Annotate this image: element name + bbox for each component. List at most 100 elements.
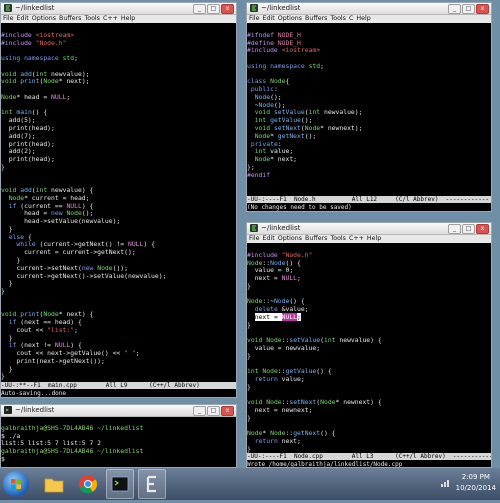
menu-buffers[interactable]: Buffers [305, 15, 327, 22]
code-line: head->setValue(newvalue); [1, 217, 121, 226]
mode-line: -UU-:----F1 Node.h All L12 (C/l Abbrev) … [247, 196, 491, 203]
code-line: Node* next; [254, 155, 298, 164]
code-line: print(next->getNext()); [1, 356, 105, 365]
menu-file[interactable]: File [249, 235, 260, 242]
title-bar[interactable]: ~/linkedlist _ □ x [247, 3, 491, 15]
menu-options[interactable]: Options [278, 15, 302, 22]
menu-help[interactable]: Help [356, 15, 370, 22]
code-line: print(head); [1, 155, 55, 164]
window-title: ~/linkedlist [15, 406, 55, 414]
menu-cpp[interactable]: C++ [103, 15, 118, 22]
menu-help[interactable]: Help [121, 15, 135, 22]
menu-edit[interactable]: Edit [17, 15, 29, 22]
code-line: using namespace std; [1, 54, 78, 63]
terminal-line: galbraithja@SHS-7DL4AB46 ~/linkedlist [1, 423, 144, 432]
menu-cpp[interactable]: C++ [349, 235, 364, 242]
maximize-button[interactable]: □ [207, 4, 220, 14]
code-line: print(head); [1, 139, 55, 148]
echo-area: Auto-saving...done [1, 390, 67, 397]
code-line: public: [250, 85, 278, 94]
menu-tools[interactable]: Tools [84, 15, 100, 22]
menu-bar: File Edit Options Buffers Tools C++ Help [1, 15, 236, 23]
code-line: Node* head = NULL; [1, 92, 71, 101]
code-line: } [247, 320, 251, 329]
network-icon[interactable] [440, 478, 450, 488]
menu-edit[interactable]: Edit [263, 15, 275, 22]
close-button[interactable]: x [221, 406, 234, 416]
menu-file[interactable]: File [3, 15, 14, 22]
taskbar-button-chrome[interactable] [74, 469, 102, 499]
close-button[interactable]: x [221, 4, 234, 14]
code-line: } [1, 162, 5, 171]
menu-bar: File Edit Options Buffers Tools C++ Help [247, 235, 491, 243]
code-line: void print(Node* next); [1, 77, 90, 86]
terminal-icon [4, 406, 12, 414]
terminal-icon [111, 476, 129, 492]
title-bar[interactable]: ~/linkedlist _ □ x [1, 3, 236, 15]
emacs-icon [4, 4, 12, 12]
menu-buffers[interactable]: Buffers [59, 15, 81, 22]
code-line: cout << "list:"; [1, 325, 78, 334]
code-line: using namespace std; [247, 61, 324, 70]
window-title: ~/linkedlist [261, 4, 301, 12]
code-line: Node* getNext(); [254, 131, 317, 140]
mode-line: -UU-:----F1 Node.cpp All L3 (C++/l Abbre… [247, 453, 492, 460]
menu-options[interactable]: Options [32, 15, 56, 22]
emacs-icon [250, 4, 258, 12]
emacs-window-main-cpp[interactable]: ~/linkedlist _ □ x File Edit Options Buffer… [0, 2, 237, 398]
terminal-output[interactable]: galbraithja@SHS-7DL4AB46 ~/linkedlist $ .… [1, 417, 236, 464]
start-button[interactable] [3, 471, 29, 497]
code-buffer-main-cpp[interactable]: #include <iostream> #include "Node.h" usi… [1, 24, 236, 381]
menu-edit[interactable]: Edit [263, 235, 275, 242]
system-clock[interactable]: 2:09 PM 10/20/2014 [456, 472, 496, 494]
echo-area: (No changes need to be saved) [247, 204, 352, 211]
code-line: #include "Node.h" [1, 38, 67, 47]
code-line: } [1, 287, 5, 296]
menu-help[interactable]: Help [367, 235, 381, 242]
taskbar-button-emacs[interactable] [138, 469, 166, 499]
code-line: #endif [247, 170, 271, 179]
minimize-button[interactable]: _ [193, 406, 206, 416]
code-line: next = NULL; [247, 274, 301, 283]
title-bar[interactable]: ~/linkedlist _ □ x [1, 405, 236, 417]
code-line: value = newvalue; [247, 343, 321, 352]
code-buffer-node-cpp[interactable]: #include "Node.h" Node::Node() { value = … [247, 244, 491, 454]
menu-options[interactable]: Options [278, 235, 302, 242]
menu-buffers[interactable]: Buffers [305, 235, 327, 242]
maximize-button[interactable]: □ [462, 4, 475, 14]
echo-area: Wrote /home/galbraithja/linkedlist/Node.… [247, 461, 403, 468]
emacs-window-node-cpp[interactable]: ~/linkedlist _ □ x File Edit Options Buffer… [246, 222, 492, 468]
code-buffer-node-h[interactable]: #ifndef NODE_H #define NODE_H #include <io… [247, 24, 491, 179]
minimize-button[interactable]: _ [448, 224, 461, 234]
maximize-button[interactable]: □ [207, 406, 220, 416]
code-line: } [1, 372, 5, 381]
emacs-window-node-h[interactable]: ~/linkedlist _ □ x File Edit Options Buffer… [246, 2, 492, 212]
minimize-button[interactable]: _ [448, 4, 461, 14]
taskbar-button-terminal[interactable] [106, 469, 134, 499]
close-button[interactable]: x [476, 224, 489, 234]
taskbar-button-explorer[interactable] [40, 469, 68, 499]
clock-time: 2:09 PM [461, 473, 490, 481]
window-title: ~/linkedlist [261, 224, 301, 232]
title-bar[interactable]: ~/linkedlist _ □ x [247, 223, 491, 235]
terminal-prompt-line[interactable]: $ [1, 455, 236, 464]
code-line: } [1, 279, 13, 288]
maximize-button[interactable]: □ [462, 224, 475, 234]
code-line: } [1, 224, 13, 233]
code-line: } [247, 382, 251, 391]
terminal-window[interactable]: ~/linkedlist _ □ x galbraithja@SHS-7DL4A… [0, 404, 237, 468]
close-button[interactable]: x [476, 4, 489, 14]
code-line: } [247, 281, 251, 290]
menu-file[interactable]: File [249, 15, 260, 22]
menu-tools[interactable]: Tools [330, 235, 346, 242]
emacs-icon [250, 224, 258, 232]
code-line: } [1, 364, 13, 373]
taskbar: 2:09 PM 10/20/2014 [0, 468, 500, 500]
minimize-button[interactable]: _ [193, 4, 206, 14]
code-line: } [247, 351, 251, 360]
code-line: return next; [254, 437, 301, 446]
code-line: next = newnext; [247, 406, 313, 415]
menu-tools[interactable]: Tools [330, 15, 346, 22]
terminal-line: galbraithja@SHS-7DL4AB46 ~/linkedlist [1, 447, 144, 456]
menu-c[interactable]: C [349, 15, 353, 22]
